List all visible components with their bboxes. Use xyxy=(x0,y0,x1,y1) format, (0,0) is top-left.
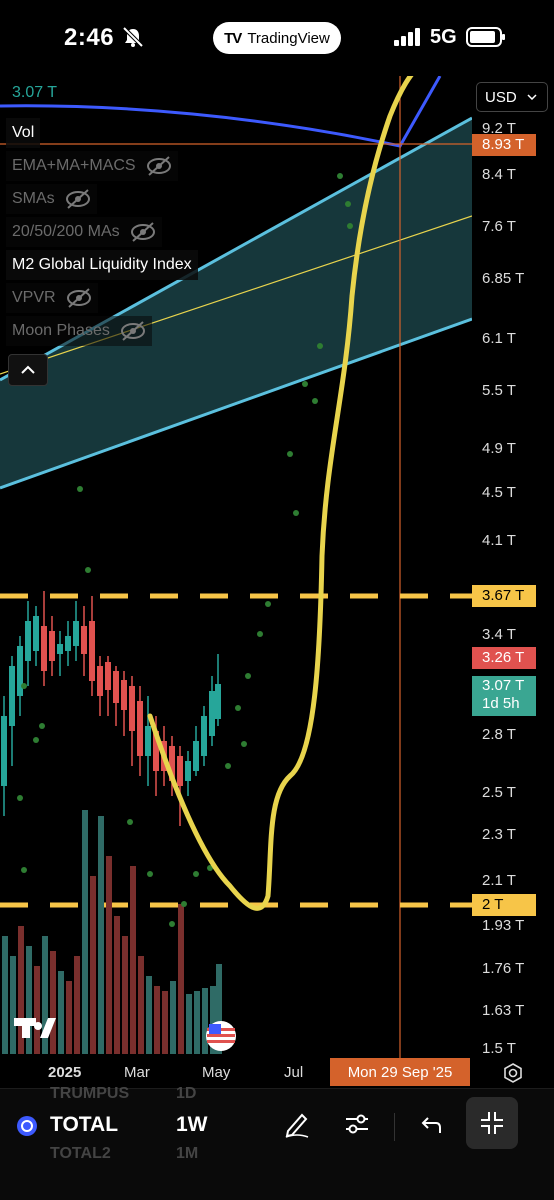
undo-icon[interactable] xyxy=(416,1111,446,1141)
toolbar-separator xyxy=(394,1113,395,1141)
bottom-toolbar: TRUMPUS 1D TOTAL 1W TOTAL2 1M xyxy=(0,1085,554,1200)
price-tick: 8.4 T xyxy=(482,166,516,183)
time-label-year: 2025 xyxy=(48,1064,82,1081)
price-tick: 2.5 T xyxy=(482,784,516,801)
chart-area[interactable]: 3.07 T Vol EMA+MA+MACS SMAs 20/50/200 MA… xyxy=(0,76,472,1058)
us-flag-icon xyxy=(206,1021,236,1051)
status-time: 2:46 xyxy=(64,24,115,51)
indicator-20-50-200-mas[interactable]: 20/50/200 MAs xyxy=(6,217,162,247)
fullscreen-toggle-button[interactable] xyxy=(466,1097,518,1149)
currency-select[interactable]: USD xyxy=(476,82,548,112)
indicator-label: SMAs xyxy=(12,190,55,207)
candles xyxy=(1,591,221,826)
indicator-label: Moon Phases xyxy=(12,322,110,339)
collapse-arrows-icon xyxy=(481,1112,503,1134)
scroll-ghost-interval: 1D xyxy=(176,1085,197,1102)
eye-off-icon[interactable] xyxy=(146,155,172,177)
resistance-level-tag: 3.67 T xyxy=(472,585,536,607)
indicator-label: Vol xyxy=(12,124,35,141)
indicator-m2-global-liquidity[interactable]: M2 Global Liquidity Index xyxy=(6,250,198,280)
price-tick: 5.5 T xyxy=(482,382,516,399)
time-axis[interactable]: 2025 Mar May Jul Mon 29 Sep '25 xyxy=(0,1058,554,1086)
symbol-logo-icon xyxy=(17,1116,37,1136)
price-tick: 3.4 T xyxy=(482,626,516,643)
chart-settings-icon[interactable] xyxy=(502,1062,524,1084)
tradingview-logo-icon: TV xyxy=(224,29,242,47)
price-tick: 2.1 T xyxy=(482,872,516,889)
last-price-value: 3.07 T xyxy=(482,677,525,694)
legend-last-value: 3.07 T xyxy=(12,84,58,101)
network-label: 5G xyxy=(430,26,457,48)
indicator-ema-ma-macs[interactable]: EMA+MA+MACS xyxy=(6,151,178,181)
chevron-up-icon xyxy=(21,365,35,374)
price-tick: 1.5 T xyxy=(482,1040,516,1057)
crosshair-price-tag: 8.93 T xyxy=(472,134,536,156)
interval-selector[interactable]: 1W xyxy=(176,1113,208,1137)
scroll-ghost-interval-below: 1M xyxy=(176,1145,199,1162)
price-axis[interactable]: USD 9.2 T 8.93 T 8.4 T 7.6 T 6.85 T 6.1 … xyxy=(472,76,554,1058)
bar-countdown: 1d 5h xyxy=(482,695,520,712)
time-label: Mar xyxy=(124,1064,150,1081)
indicator-vol[interactable]: Vol xyxy=(6,118,41,148)
time-label: May xyxy=(202,1064,231,1081)
symbol-selector[interactable]: TOTAL xyxy=(50,1113,118,1137)
price-tick: 1.63 T xyxy=(482,1002,525,1019)
app-pill[interactable]: TV TradingView xyxy=(213,22,341,54)
indicators-sliders-icon[interactable] xyxy=(342,1109,372,1139)
indicator-label: VPVR xyxy=(12,289,56,306)
scroll-ghost-symbol: TRUMPUS xyxy=(50,1085,130,1102)
indicator-label: M2 Global Liquidity Index xyxy=(12,256,192,273)
status-bar: 2:46 TV TradingView 5G xyxy=(0,0,554,76)
price-tick: 2.8 T xyxy=(482,726,516,743)
currency-label: USD xyxy=(485,88,517,106)
app-name: TradingView xyxy=(247,29,330,47)
price-tick: 4.1 T xyxy=(482,532,516,549)
eye-off-icon[interactable] xyxy=(130,221,156,243)
last-price-tag: 3.07 T 1d 5h xyxy=(472,676,536,716)
support-level-tag: 2 T xyxy=(472,894,536,916)
indicator-label: EMA+MA+MACS xyxy=(12,157,136,174)
drawing-pen-icon[interactable] xyxy=(282,1109,312,1139)
signal-icon xyxy=(394,28,420,46)
prev-close-tag: 3.26 T xyxy=(472,647,536,669)
time-label: Jul xyxy=(284,1064,304,1081)
price-tick: 6.1 T xyxy=(482,330,516,347)
ma-blue-line xyxy=(0,76,442,148)
price-tick: 6.85 T xyxy=(482,270,525,287)
bell-muted-icon xyxy=(122,26,144,48)
collapse-legend-button[interactable] xyxy=(8,354,48,386)
volume-bars xyxy=(2,810,222,1054)
scroll-ghost-symbol-below: TOTAL2 xyxy=(50,1145,111,1162)
price-tick: 7.6 T xyxy=(482,218,516,235)
crosshair-date-tag: Mon 29 Sep '25 xyxy=(330,1058,470,1086)
chevron-down-icon xyxy=(527,94,537,100)
indicator-smas[interactable]: SMAs xyxy=(6,184,97,214)
indicator-moon-phases[interactable]: Moon Phases xyxy=(6,316,152,346)
eye-off-icon[interactable] xyxy=(65,188,91,210)
battery-icon xyxy=(466,27,505,47)
price-tick: 4.9 T xyxy=(482,440,516,457)
indicator-label: 20/50/200 MAs xyxy=(12,223,120,240)
eye-off-icon[interactable] xyxy=(120,320,146,342)
indicator-vpvr[interactable]: VPVR xyxy=(6,283,98,313)
price-tick: 4.5 T xyxy=(482,484,516,501)
price-tick: 1.76 T xyxy=(482,960,525,977)
price-tick: 1.93 T xyxy=(482,917,525,934)
price-tick: 2.3 T xyxy=(482,826,516,843)
eye-off-icon[interactable] xyxy=(66,287,92,309)
